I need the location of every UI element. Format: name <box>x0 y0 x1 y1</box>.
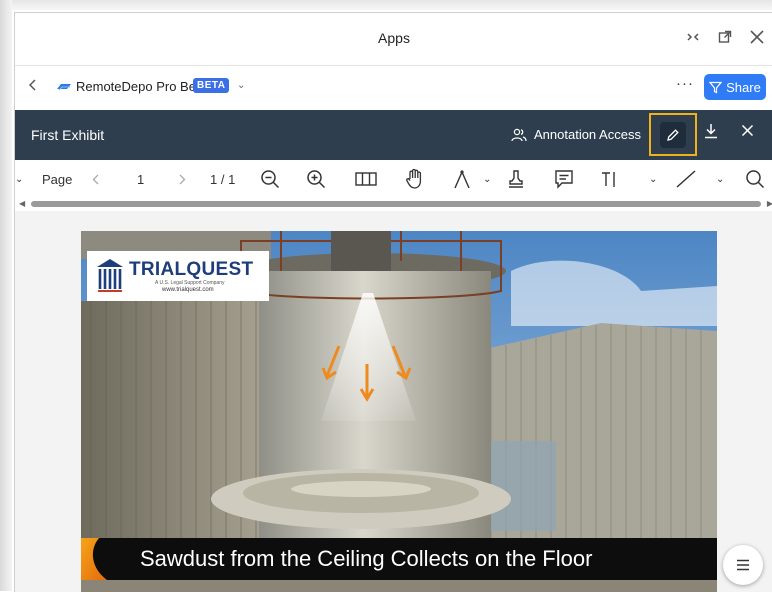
share-label: Share <box>726 79 761 95</box>
chevron-down-icon[interactable]: ⌄ <box>716 160 724 198</box>
logo-url: www.trialquest.com <box>162 287 214 293</box>
people-icon <box>511 128 527 141</box>
edit-button-highlight <box>649 113 697 156</box>
beta-badge: BETA <box>193 78 230 93</box>
window-shadow-left <box>0 0 12 591</box>
logo-tagline: A U.S. Legal Support Company <box>155 280 225 286</box>
edit-button[interactable] <box>660 121 686 148</box>
comment-icon[interactable] <box>554 160 574 198</box>
prev-page-icon[interactable] <box>92 160 99 198</box>
document-title: First Exhibit <box>31 127 105 143</box>
annotation-access-label: Annotation Access <box>534 127 641 142</box>
more-icon[interactable]: ··· <box>676 75 694 92</box>
line-icon[interactable] <box>675 160 697 198</box>
hand-icon[interactable] <box>405 160 425 198</box>
menu-icon <box>737 559 749 571</box>
exhibit-page: TRIALQUEST A U.S. Legal Support Company … <box>81 231 717 592</box>
scroll-right-icon[interactable]: ▶ <box>767 199 772 208</box>
app-logo-icon <box>57 84 71 91</box>
scrollbar-thumb[interactable] <box>31 201 761 207</box>
filter-icon <box>709 81 723 93</box>
columns-icon[interactable] <box>355 160 377 198</box>
app-bar: RemoteDepo Pro Beta BETA ⌄ ··· Share <box>15 66 772 110</box>
slide-caption: Sawdust from the Ceiling Collects on the… <box>140 546 593 571</box>
restore-icon[interactable] <box>683 27 703 47</box>
download-icon[interactable] <box>703 122 719 145</box>
trialquest-logo: TRIALQUEST A U.S. Legal Support Company … <box>87 251 269 301</box>
next-page-icon[interactable] <box>179 160 186 198</box>
back-icon[interactable] <box>28 78 37 94</box>
logo-brand: TRIALQUEST <box>129 259 254 280</box>
menu-button[interactable] <box>723 545 763 585</box>
annotation-access-button[interactable]: Annotation Access <box>511 127 641 142</box>
logo-mark-icon <box>97 259 123 292</box>
chevron-down-icon[interactable]: ⌄ <box>15 160 23 198</box>
window-shadow-top <box>0 0 772 10</box>
close-viewer-icon[interactable] <box>741 124 754 142</box>
window-controls <box>683 27 767 47</box>
scroll-left-icon[interactable]: ◀ <box>19 199 25 208</box>
pen-tool-icon[interactable] <box>453 160 471 198</box>
caption-swoosh-icon <box>81 538 107 580</box>
stamp-icon[interactable] <box>506 160 526 198</box>
text-cursor-icon[interactable] <box>601 160 619 198</box>
slide-caption-bar: Sawdust from the Ceiling Collects on the… <box>81 538 717 580</box>
page-label: Page <box>42 171 73 187</box>
window-title: Apps <box>378 30 410 46</box>
page-count: 1 / 1 <box>210 171 236 187</box>
viewer-header: First Exhibit Annotation Access <box>15 110 772 160</box>
app-name[interactable]: RemoteDepo Pro Beta <box>76 79 207 94</box>
pencil-icon <box>667 128 679 141</box>
search-icon[interactable] <box>745 160 765 198</box>
zoom-in-icon[interactable] <box>306 160 326 198</box>
page-input[interactable]: 1 <box>137 160 144 198</box>
zoom-out-icon[interactable] <box>260 160 280 198</box>
popout-icon[interactable] <box>715 27 735 47</box>
app-window: Apps RemoteDepo Pro Beta BETA ⌄ ··· Shar… <box>14 12 772 592</box>
document-area: TRIALQUEST A U.S. Legal Support Company … <box>15 211 772 592</box>
horizontal-scrollbar[interactable]: ◀ ▶ <box>15 197 772 211</box>
title-bar: Apps <box>15 13 772 66</box>
chevron-down-icon[interactable]: ⌄ <box>483 160 491 198</box>
chevron-down-icon[interactable]: ⌄ <box>237 80 245 91</box>
share-button[interactable]: Share <box>704 74 766 100</box>
chevron-down-icon[interactable]: ⌄ <box>649 160 657 198</box>
annotation-toolbar: ⌄ Page 1 1 / 1 ⌄ ⌄ ⌄ <box>15 160 772 198</box>
close-icon[interactable] <box>747 27 767 47</box>
